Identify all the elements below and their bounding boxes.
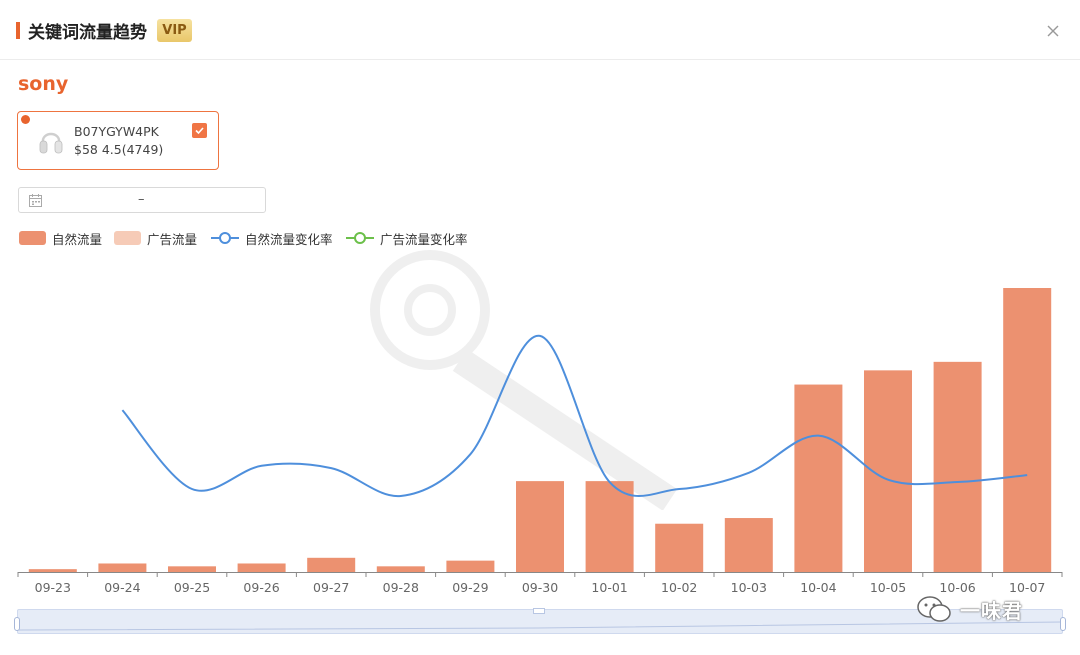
series-color-dot	[21, 115, 30, 124]
x-tick-label: 10-04	[800, 580, 836, 595]
legend-swatch	[19, 231, 46, 245]
bar-09-28[interactable]	[376, 566, 425, 572]
title-accent-bar	[16, 22, 20, 39]
bar-10-03[interactable]	[724, 518, 773, 572]
legend-label: 广告流量	[147, 231, 198, 247]
legend-swatch	[114, 231, 141, 245]
x-tick-label: 10-02	[661, 580, 697, 595]
legend-organic-rate[interactable]: 自然流量变化率	[211, 229, 333, 247]
bar-09-26[interactable]	[237, 563, 286, 572]
wechat-icon	[917, 596, 951, 622]
legend-label: 广告流量变化率	[380, 231, 468, 247]
bar-10-02[interactable]	[655, 523, 704, 572]
keyword-label: sony	[18, 73, 69, 95]
modal-title: 关键词流量趋势	[28, 23, 147, 43]
product-checkbox[interactable]	[192, 123, 207, 138]
bar-10-06[interactable]	[933, 361, 982, 572]
x-tick-label: 09-25	[174, 580, 210, 595]
calendar-icon	[29, 194, 42, 207]
product-card[interactable]: B07YGYW4PK $58 4.5(4749)	[17, 111, 219, 170]
x-tick-label: 09-26	[243, 580, 279, 595]
zoom-slider-handle-left[interactable]	[14, 617, 20, 631]
legend-ad-rate[interactable]: 广告流量变化率	[346, 229, 468, 247]
legend-organic-traffic[interactable]: 自然流量	[19, 229, 102, 247]
x-tick-label: 09-24	[104, 580, 140, 595]
x-tick-label: 10-05	[870, 580, 906, 595]
x-tick-label: 09-28	[383, 580, 419, 595]
bar-09-30[interactable]	[516, 481, 564, 572]
bar-10-04[interactable]	[794, 384, 843, 572]
legend-line-swatch	[346, 232, 374, 244]
x-tick-label: 09-29	[452, 580, 488, 595]
x-tick-label: 09-30	[522, 580, 558, 595]
brand-watermark: 一味君	[916, 590, 1064, 628]
checkmark-icon	[195, 127, 204, 135]
x-tick-label: 10-01	[591, 580, 627, 595]
bar-09-29[interactable]	[446, 560, 495, 572]
product-asin: B07YGYW4PK	[74, 124, 159, 139]
legend-label: 自然流量变化率	[245, 231, 333, 247]
date-range-separator: –	[138, 192, 145, 207]
vip-badge: VIP	[157, 19, 192, 42]
x-tick-label: 09-23	[35, 580, 71, 595]
close-icon[interactable]	[1044, 22, 1062, 40]
date-range-picker[interactable]: –	[18, 187, 266, 213]
bar-09-24[interactable]	[98, 563, 147, 572]
zoom-slider-grip[interactable]	[533, 608, 545, 614]
legend-line-swatch	[211, 232, 239, 244]
x-tick-label: 10-03	[731, 580, 767, 595]
modal-header: 关键词流量趋势 VIP	[0, 0, 1080, 60]
brand-text: 一味君	[960, 598, 1023, 623]
bar-10-07[interactable]	[1003, 288, 1052, 572]
x-tick-label: 09-27	[313, 580, 349, 595]
bar-09-27[interactable]	[307, 557, 356, 572]
product-price-rating: $58 4.5(4749)	[74, 142, 164, 157]
bar-09-23[interactable]	[28, 569, 77, 572]
bar-09-25[interactable]	[168, 566, 216, 572]
legend-ad-traffic[interactable]: 广告流量	[114, 229, 197, 247]
traffic-trend-chart: 09-23 09-24 09-25 09-26 09-27 09-28 09-29 09-30…	[17, 288, 1063, 595]
legend-label: 自然流量	[52, 231, 103, 247]
headphones-icon	[39, 132, 63, 154]
